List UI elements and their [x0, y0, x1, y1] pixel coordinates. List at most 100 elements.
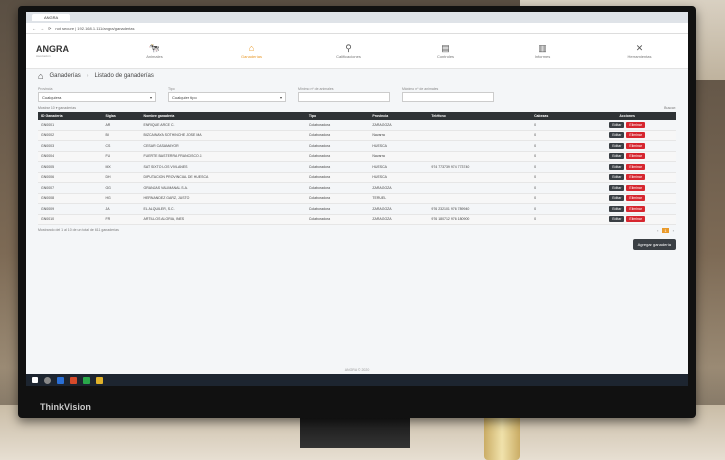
- page-current[interactable]: 1: [662, 228, 669, 233]
- table-cell: Navarra: [369, 151, 429, 162]
- tools-icon: ✕: [635, 43, 644, 53]
- delete-button[interactable]: Eliminar: [626, 216, 646, 223]
- table-cell: MX: [102, 161, 141, 173]
- min-animales-input[interactable]: [298, 92, 390, 102]
- actions-cell: Editar Eliminar: [578, 130, 676, 141]
- reload-icon[interactable]: ⟳: [48, 26, 51, 31]
- delete-button[interactable]: Eliminar: [626, 174, 646, 181]
- app-icon[interactable]: [96, 376, 103, 384]
- table-cell: GN0003: [38, 140, 103, 152]
- app-icon[interactable]: [57, 376, 64, 384]
- table-cell: 0: [531, 161, 579, 173]
- nav-controles[interactable]: ▤ Controles: [397, 43, 494, 59]
- table-cell: GN0006: [38, 172, 103, 183]
- edit-button[interactable]: Editar: [609, 142, 625, 149]
- tipo-label: Tipo: [168, 87, 175, 91]
- actions-cell: Editar Eliminar: [578, 151, 676, 162]
- table-cell: [428, 140, 532, 152]
- forward-icon[interactable]: →: [40, 26, 44, 31]
- provincia-select[interactable]: Cualquiera ▾: [38, 92, 156, 102]
- edit-button[interactable]: Editar: [609, 153, 625, 160]
- chevron-down-icon: ▾: [149, 94, 152, 100]
- col-nombre[interactable]: Nombre ganadería: [140, 112, 306, 120]
- edit-button[interactable]: Editar: [609, 195, 625, 202]
- table-cell: HERNANDEZ GARZ, JUSTO: [140, 193, 306, 204]
- table-cell: GN0005: [38, 161, 103, 173]
- col-telefono[interactable]: Teléfono: [428, 112, 532, 120]
- delete-button[interactable]: Eliminar: [626, 163, 646, 170]
- col-cabezas[interactable]: Cabezas: [531, 112, 579, 120]
- table-cell: GN0009: [38, 203, 103, 215]
- page-next[interactable]: ›: [671, 228, 676, 233]
- home-icon[interactable]: ⌂: [38, 71, 43, 81]
- nav-herramientas[interactable]: ✕ Herramientas: [591, 43, 688, 59]
- max-animales-input[interactable]: [402, 92, 494, 102]
- app-icon[interactable]: [70, 376, 77, 384]
- edit-button[interactable]: Editar: [609, 184, 625, 191]
- table-cell: GN0002: [38, 130, 103, 141]
- actions-cell: Editar Eliminar: [578, 193, 676, 204]
- delete-button[interactable]: Eliminar: [626, 205, 646, 212]
- windows-start-icon[interactable]: [32, 377, 38, 383]
- delete-button[interactable]: Eliminar: [626, 121, 646, 128]
- edit-button[interactable]: Editar: [609, 163, 625, 170]
- address-bar[interactable]: not secure | 192.168.1.111/angra/ganader…: [55, 26, 682, 31]
- browser-tab[interactable]: ANGRA: [32, 14, 71, 21]
- nav-informes[interactable]: ▥ Informes: [494, 43, 591, 59]
- table-cell: 0: [531, 214, 579, 225]
- table-cell: Colaboradora: [305, 130, 370, 141]
- table-cell: Colaboradora: [305, 161, 370, 173]
- table-cell: BIZCAINAYA SOTHINCHE JOSE MA: [140, 130, 306, 141]
- table-cell: 0: [531, 151, 579, 162]
- col-provincia[interactable]: Provincia: [369, 112, 429, 120]
- edit-button[interactable]: Editar: [609, 132, 625, 139]
- table-header-row: ID Ganadería Siglas Nombre ganadería Tip…: [38, 112, 676, 120]
- delete-button[interactable]: Eliminar: [626, 195, 646, 202]
- edit-button[interactable]: Editar: [609, 216, 625, 223]
- breadcrumb-section[interactable]: Ganaderías: [49, 73, 80, 79]
- table-cell: AR: [102, 120, 141, 131]
- delete-button[interactable]: Eliminar: [626, 142, 646, 149]
- table-cell: 0: [531, 172, 579, 183]
- col-siglas[interactable]: Siglas: [102, 112, 141, 120]
- table-cell: Colaboradora: [305, 214, 370, 225]
- table-cell: Colaboradora: [305, 182, 370, 194]
- table-cell: GN0010: [38, 214, 103, 225]
- edit-button[interactable]: Editar: [609, 205, 625, 212]
- edit-button[interactable]: Editar: [609, 121, 625, 128]
- browser-urlbar: ← → ⟳ not secure | 192.168.1.111/angra/g…: [26, 23, 688, 34]
- search-label[interactable]: Buscar:: [664, 106, 676, 110]
- delete-button[interactable]: Eliminar: [626, 184, 646, 191]
- edit-button[interactable]: Editar: [609, 174, 625, 181]
- col-acciones: Acciones: [578, 112, 676, 120]
- table-cell: 0: [531, 203, 579, 215]
- ganaderias-table: ID Ganadería Siglas Nombre ganadería Tip…: [38, 112, 676, 225]
- table-cell: [428, 120, 532, 131]
- tipo-select[interactable]: Cualquier tipo ▾: [168, 92, 286, 102]
- page-length-select[interactable]: Mostrar 10 ▾ ganaderías: [38, 106, 76, 110]
- delete-button[interactable]: Eliminar: [626, 153, 646, 160]
- col-tipo[interactable]: Tipo: [305, 112, 370, 120]
- col-id[interactable]: ID Ganadería: [38, 112, 103, 120]
- delete-button[interactable]: Eliminar: [626, 132, 646, 139]
- table-row: GN0010 FR ARTILLOS ALORIA, INES Colaborador…: [38, 214, 676, 225]
- app-nav: ANGRA Asociación 🐄 Animales ⌂ Ganaderías…: [26, 34, 688, 69]
- pagination: ‹ 1 ›: [655, 228, 676, 233]
- app-logo[interactable]: ANGRA Asociación: [26, 44, 106, 58]
- page-prev[interactable]: ‹: [655, 228, 660, 233]
- back-icon[interactable]: ←: [32, 26, 36, 31]
- table-cell: FR: [102, 214, 141, 225]
- table-cell: ZARAGOZA: [369, 182, 429, 194]
- table-cell: [428, 172, 532, 183]
- table-footer: Mostrando del 1 al 10 de un total de 611…: [26, 225, 688, 253]
- max-animales-label: Máximo nº de animales: [402, 87, 439, 91]
- actions-cell: Editar Eliminar: [578, 203, 676, 215]
- table-cell: DIPUTACION PROVINCIAL DE HUESCA: [140, 172, 306, 183]
- cow-icon: 🐄: [148, 43, 161, 53]
- nav-calificaciones[interactable]: ⚲ Calificaciones: [300, 43, 397, 59]
- app-icon[interactable]: [83, 376, 90, 384]
- nav-ganaderias[interactable]: ⌂ Ganaderías: [203, 43, 300, 59]
- nav-animales[interactable]: 🐄 Animales: [106, 43, 203, 59]
- search-icon[interactable]: [44, 376, 51, 384]
- add-ganaderia-button[interactable]: Agregar ganadería: [632, 239, 676, 250]
